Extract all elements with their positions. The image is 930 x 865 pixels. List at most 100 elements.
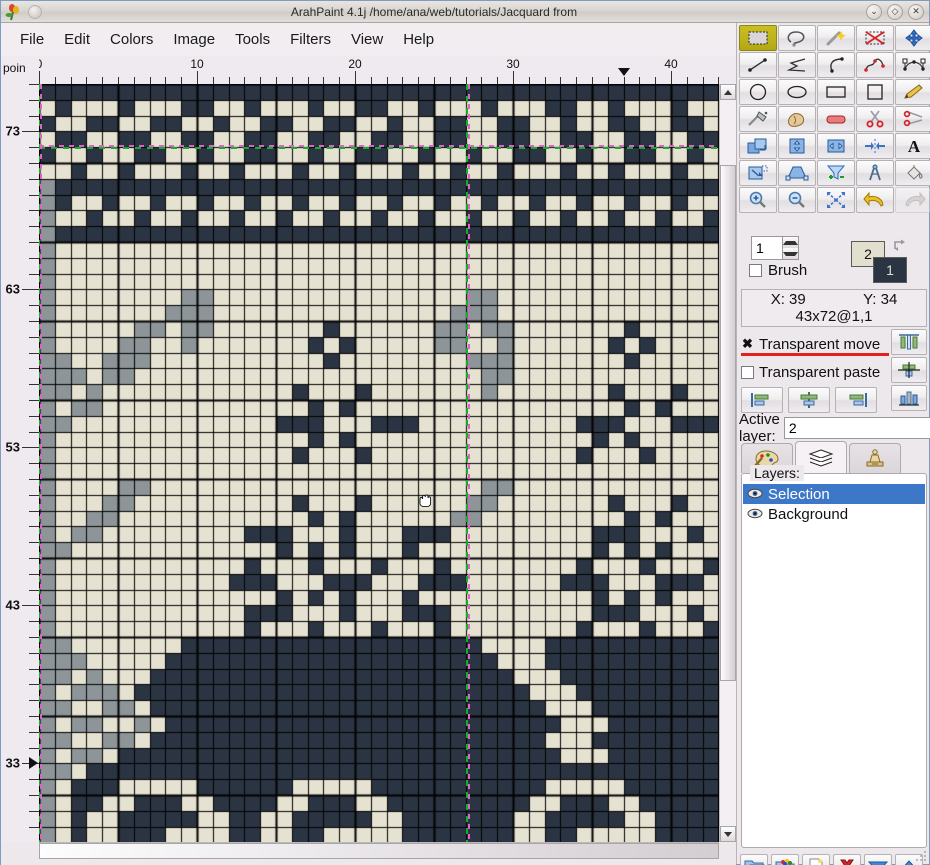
bezier-node-icon[interactable] (895, 52, 930, 78)
ellipse-icon[interactable] (778, 79, 816, 105)
line-icon[interactable] (739, 52, 777, 78)
ruler-tick (29, 668, 39, 670)
flip-horizontal-icon[interactable] (817, 133, 855, 159)
import-layer-icon[interactable] (771, 854, 799, 865)
horizontal-scroll-thumb[interactable] (39, 843, 719, 859)
menu-colors[interactable]: Colors (100, 28, 163, 51)
ruler-tick (29, 84, 39, 85)
freehand-curve-icon[interactable] (856, 52, 894, 78)
pattern-canvas[interactable] (39, 84, 719, 842)
zoom-out-icon[interactable] (778, 187, 816, 213)
airbrush-icon[interactable] (739, 106, 777, 132)
distribute-vertical-icon[interactable] (891, 329, 927, 355)
ruler-tick (29, 731, 39, 733)
copy-offset-icon[interactable] (739, 133, 777, 159)
eye-icon[interactable] (747, 506, 763, 523)
scroll-up-button[interactable] (720, 84, 736, 100)
fill-bucket-icon[interactable] (895, 160, 930, 186)
move-icon[interactable] (895, 25, 930, 51)
magic-wand-icon[interactable] (817, 25, 855, 51)
ruler-tick (29, 384, 39, 386)
rectangle-icon[interactable] (817, 79, 855, 105)
circle-icon[interactable] (739, 79, 777, 105)
deselect-icon[interactable] (856, 25, 894, 51)
eye-icon[interactable] (747, 486, 763, 503)
ruler-tick (197, 71, 198, 84)
canvas-horizontal-scrollbar[interactable] (39, 842, 719, 859)
zoom-fit-icon[interactable] (817, 187, 855, 213)
text-tool-icon[interactable]: A (895, 133, 930, 159)
histogram-icon[interactable] (891, 385, 927, 411)
polyline-icon[interactable] (778, 52, 816, 78)
zoom-in-icon[interactable] (739, 187, 777, 213)
undo-icon[interactable] (856, 187, 894, 213)
weave-filter-icon[interactable] (817, 160, 855, 186)
transparent-move-checkbox[interactable]: ✖ (741, 336, 754, 351)
flip-vertical-icon[interactable] (778, 133, 816, 159)
align-center-icon[interactable] (891, 357, 927, 383)
layer-row-selection[interactable]: Selection (743, 484, 925, 504)
smudge-icon[interactable] (778, 106, 816, 132)
menu-view[interactable]: View (341, 28, 393, 51)
align-left-icon[interactable] (741, 387, 783, 413)
image-size-value: 43x72@1,1 (795, 308, 873, 325)
brush-checkbox[interactable] (749, 264, 762, 277)
brush-toggle-row[interactable]: Brush (749, 262, 807, 279)
menu-tools[interactable]: Tools (225, 28, 280, 51)
delete-layer-icon[interactable] (833, 854, 861, 865)
brush-size-stepper[interactable] (751, 236, 799, 260)
tab-stamp[interactable] (849, 443, 901, 473)
ruler-tick (212, 77, 214, 84)
menu-image[interactable]: Image (163, 28, 225, 51)
resize-grip[interactable] (914, 849, 928, 863)
open-layer-icon[interactable] (740, 854, 768, 865)
background-color-swatch[interactable]: 1 (873, 257, 907, 283)
lasso-select-icon[interactable] (778, 25, 816, 51)
layer-row-background[interactable]: Background (743, 504, 925, 524)
eraser-icon[interactable] (817, 106, 855, 132)
menu-filters[interactable]: Filters (280, 28, 341, 51)
align-right-icon[interactable] (835, 387, 877, 413)
menu-edit[interactable]: Edit (54, 28, 100, 51)
vertical-scroll-thumb[interactable] (720, 165, 736, 681)
active-layer-input[interactable] (784, 418, 930, 438)
right-panel: A 1 Brush 2 1 X: 39 Y: 34 43x72@1,1 ✖ Tr… (736, 23, 930, 865)
compass-icon[interactable] (856, 160, 894, 186)
ruler-tick (260, 77, 262, 84)
menu-file[interactable]: File (10, 28, 54, 51)
maximize-button[interactable]: ◇ (887, 3, 903, 20)
align-center-horizontal-icon[interactable] (788, 387, 830, 413)
pattern-grid[interactable] (39, 84, 719, 842)
brush-size-down[interactable] (783, 248, 798, 259)
square-icon[interactable] (856, 79, 894, 105)
scroll-down-button[interactable] (720, 826, 736, 842)
brush-size-up[interactable] (783, 237, 798, 248)
brush-controls: Brush 2 1 (741, 236, 927, 284)
title-bar-menu-dot[interactable] (28, 4, 42, 19)
perspective-icon[interactable] (778, 160, 816, 186)
canvas-vertical-scrollbar[interactable] (719, 84, 736, 842)
svg-text:A: A (908, 137, 921, 155)
menu-help[interactable]: Help (393, 28, 444, 51)
ruler-tick (29, 178, 39, 180)
active-layer-stepper[interactable] (783, 417, 930, 439)
transparent-paste-row[interactable]: Transparent paste (741, 360, 891, 384)
ruler-tick (339, 77, 341, 84)
swap-colors-icon[interactable] (893, 238, 909, 257)
move-layer-down-icon[interactable] (864, 854, 892, 865)
shrink-icon[interactable] (856, 133, 894, 159)
ruler-tick (29, 321, 39, 322)
scissors-trim-icon[interactable] (895, 106, 930, 132)
ruler-tick (497, 77, 499, 84)
scissors-cut-icon[interactable] (856, 106, 894, 132)
ruler-tick (592, 77, 593, 84)
transform-icon[interactable] (739, 160, 777, 186)
brush-size-input[interactable] (752, 237, 782, 259)
minimize-button[interactable]: ⌄ (866, 3, 882, 20)
curve-icon[interactable] (817, 52, 855, 78)
pencil-icon[interactable] (895, 79, 930, 105)
close-button[interactable]: ✕ (908, 3, 924, 20)
new-layer-icon[interactable] (802, 854, 830, 865)
rect-select-icon[interactable] (739, 25, 777, 51)
transparent-paste-checkbox[interactable] (741, 365, 754, 379)
